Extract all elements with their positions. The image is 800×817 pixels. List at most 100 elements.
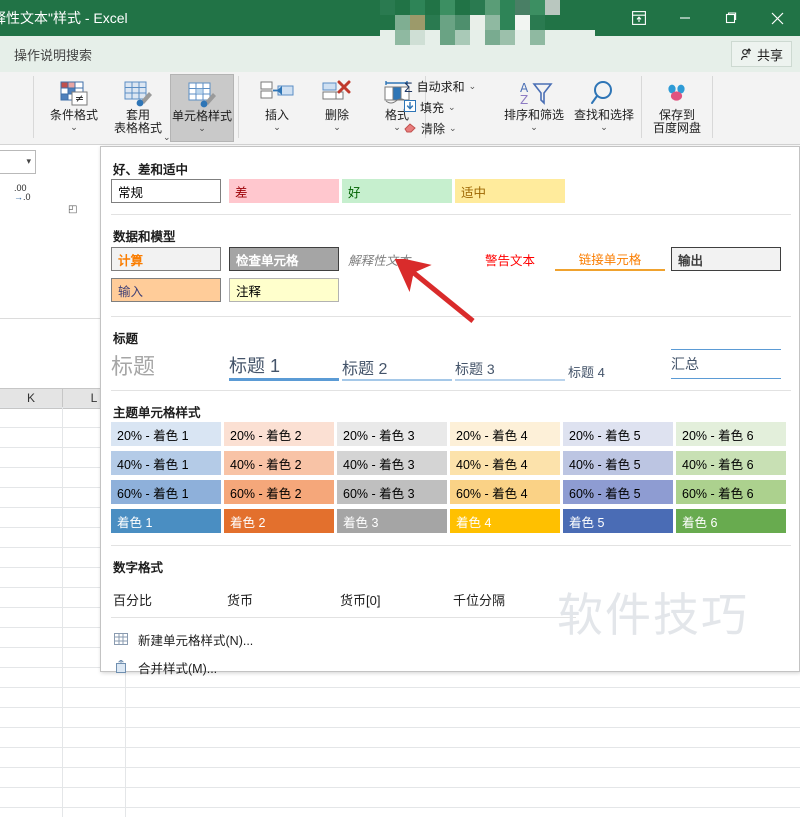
title-bar[interactable]: 释性文本"样式 - Excel bbox=[0, 0, 800, 45]
insert-cells-button[interactable]: 插入 ⌄ bbox=[245, 74, 309, 142]
eraser-icon bbox=[404, 121, 417, 136]
divider bbox=[111, 545, 791, 546]
style-swatch-good[interactable]: 好 bbox=[342, 179, 452, 203]
chevron-down-icon[interactable]: ⌄ bbox=[198, 124, 206, 133]
style-swatch-percent[interactable]: 百分比 bbox=[113, 590, 152, 609]
style-swatch-note[interactable]: 注释 bbox=[229, 278, 339, 302]
style-swatch-warning-text[interactable]: 警告文本 bbox=[455, 247, 565, 271]
clear-button[interactable]: 清除 ⌄ bbox=[404, 120, 457, 137]
chevron-down-icon[interactable]: ⌄ bbox=[393, 123, 401, 132]
style-swatch-accent6-40[interactable]: 40% - 着色 6 bbox=[676, 451, 786, 475]
find-select-button[interactable]: 查找和选择 ⌄ bbox=[567, 74, 641, 142]
style-swatch-accent6-60[interactable]: 60% - 着色 6 bbox=[676, 480, 786, 504]
style-swatch-currency-0[interactable]: 货币[0] bbox=[340, 590, 380, 609]
chevron-down-icon[interactable]: ⌄ bbox=[448, 102, 456, 113]
new-cell-style-menu-item[interactable]: 新建单元格样式(N)... bbox=[113, 626, 253, 652]
style-swatch-accent3[interactable]: 着色 3 bbox=[337, 509, 447, 533]
style-swatch-bad[interactable]: 差 bbox=[229, 179, 339, 203]
style-swatch-accent4[interactable]: 着色 4 bbox=[450, 509, 560, 533]
style-swatch-accent5-20[interactable]: 20% - 着色 5 bbox=[563, 422, 673, 446]
style-swatch-accent3-20[interactable]: 20% - 着色 3 bbox=[337, 422, 447, 446]
column-header-k[interactable]: K bbox=[0, 391, 62, 405]
delete-cells-button[interactable]: 删除 ⌄ bbox=[305, 74, 369, 142]
insert-cells-label: 插入 bbox=[264, 108, 289, 122]
chevron-down-icon[interactable]: ⌄ bbox=[70, 123, 78, 132]
style-swatch-accent2-20[interactable]: 20% - 着色 2 bbox=[224, 422, 334, 446]
style-swatch-accent1-40[interactable]: 40% - 着色 1 bbox=[111, 451, 221, 475]
save-to-baidu-button[interactable]: 保存到 百度网盘 bbox=[646, 74, 708, 142]
format-as-table-icon bbox=[123, 78, 153, 108]
style-swatch-accent3-60[interactable]: 60% - 着色 3 bbox=[337, 480, 447, 504]
style-swatch-accent1-20[interactable]: 20% - 着色 1 bbox=[111, 422, 221, 446]
autosum-label: 自动求和 bbox=[416, 80, 465, 94]
style-swatch-accent4-60[interactable]: 60% - 着色 4 bbox=[450, 480, 560, 504]
ribbon: ▾ .00 →.0 ◰ ≠ 条件格式 ⌄ 套用 表格格式 ⌄ 单元格样式 ⌄ 插… bbox=[0, 72, 800, 215]
style-swatch-accent6-20[interactable]: 20% - 着色 6 bbox=[676, 422, 786, 446]
sort-filter-button[interactable]: A Z 排序和筛选 ⌄ bbox=[497, 74, 571, 142]
chevron-down-icon[interactable]: ⌄ bbox=[333, 123, 341, 132]
style-swatch-accent5[interactable]: 着色 5 bbox=[563, 509, 673, 533]
style-swatch-calculation[interactable]: 计算 bbox=[111, 247, 221, 271]
chevron-down-icon[interactable]: ⌄ bbox=[449, 123, 457, 134]
close-button[interactable] bbox=[754, 0, 800, 36]
format-as-table-label2: 表格格式 bbox=[113, 121, 162, 135]
cell-styles-button[interactable]: 单元格样式 ⌄ bbox=[170, 74, 234, 142]
style-swatch-comma[interactable]: 千位分隔 bbox=[453, 590, 505, 609]
decimal-buttons[interactable]: .00 →.0 bbox=[14, 184, 31, 202]
style-swatch-accent2[interactable]: 着色 2 bbox=[224, 509, 334, 533]
chevron-down-icon: ▾ bbox=[26, 156, 31, 166]
style-swatch-accent1[interactable]: 着色 1 bbox=[111, 509, 221, 533]
conditional-formatting-button[interactable]: ≠ 条件格式 ⌄ bbox=[42, 74, 106, 142]
number-format-dropdown[interactable]: ▾ bbox=[0, 150, 36, 174]
find-select-label: 查找和选择 bbox=[573, 108, 634, 122]
style-swatch-accent2-60[interactable]: 60% - 着色 2 bbox=[224, 480, 334, 504]
style-swatch-check-cell[interactable]: 检查单元格 bbox=[229, 247, 339, 271]
section-header-data-and-model: 数据和模型 bbox=[113, 230, 176, 244]
style-swatch-title[interactable]: 标题 bbox=[111, 347, 221, 381]
minimize-button[interactable] bbox=[662, 0, 708, 36]
chevron-down-icon[interactable]: ⌄ bbox=[273, 123, 281, 132]
style-swatch-accent1-60[interactable]: 60% - 着色 1 bbox=[111, 480, 221, 504]
style-swatch-accent4-40[interactable]: 40% - 着色 4 bbox=[450, 451, 560, 475]
style-swatch-heading-2[interactable]: 标题 2 bbox=[342, 351, 452, 381]
watermark: 软件技巧 bbox=[557, 588, 749, 642]
style-swatch-normal[interactable]: 常规 bbox=[111, 179, 221, 203]
style-swatch-accent2-40[interactable]: 40% - 着色 2 bbox=[224, 451, 334, 475]
conditional-formatting-icon: ≠ bbox=[59, 78, 89, 108]
share-button[interactable]: 共享 bbox=[730, 41, 792, 67]
style-swatch-neutral[interactable]: 适中 bbox=[455, 179, 565, 203]
style-swatch-explanatory-text[interactable]: 解释性文本 bbox=[342, 247, 452, 271]
style-swatch-accent5-60[interactable]: 60% - 着色 5 bbox=[563, 480, 673, 504]
style-swatch-heading-1[interactable]: 标题 1 bbox=[229, 349, 339, 381]
restore-button[interactable] bbox=[708, 0, 754, 36]
chevron-down-icon[interactable]: ⌄ bbox=[469, 81, 477, 92]
style-swatch-accent3-40[interactable]: 40% - 着色 3 bbox=[337, 451, 447, 475]
style-swatch-accent5-40[interactable]: 40% - 着色 5 bbox=[563, 451, 673, 475]
style-swatch-currency[interactable]: 货币 bbox=[227, 590, 253, 609]
section-header-themed-cell-styles: 主题单元格样式 bbox=[113, 406, 201, 420]
style-swatch-heading-4[interactable]: 标题 4 bbox=[568, 354, 678, 381]
window-controls[interactable] bbox=[616, 0, 800, 36]
chevron-down-icon[interactable]: ⌄ bbox=[530, 123, 538, 132]
cell-styles-gallery[interactable]: 好、差和适中 常规 差 好 适中 数据和模型 计算 检查单元格 解释性文本 警告… bbox=[100, 146, 800, 676]
fill-down-icon bbox=[404, 100, 416, 115]
insert-cells-icon bbox=[260, 78, 294, 108]
excel-window: K L ▾ .00 →.0 ◰ ≠ 条件格式 ⌄ 套用 表格格式 ⌄ 单元格样式… bbox=[0, 0, 800, 817]
format-as-table-button[interactable]: 套用 表格格式 bbox=[106, 74, 170, 142]
style-swatch-heading-3[interactable]: 标题 3 bbox=[455, 353, 565, 381]
number-dialog-launcher[interactable]: ◰ bbox=[68, 204, 77, 215]
magnifier-icon bbox=[589, 78, 619, 108]
autosum-button[interactable]: Σ 自动求和 ⌄ bbox=[404, 78, 476, 95]
merge-styles-menu-item[interactable]: 合并样式(M)... bbox=[113, 654, 217, 680]
ribbon-display-options-button[interactable] bbox=[616, 0, 662, 36]
style-swatch-linked-cell[interactable]: 链接单元格 bbox=[555, 247, 665, 271]
style-swatch-accent6[interactable]: 着色 6 bbox=[676, 509, 786, 533]
style-swatch-accent4-20[interactable]: 20% - 着色 4 bbox=[450, 422, 560, 446]
style-swatch-output[interactable]: 输出 bbox=[671, 247, 781, 271]
style-swatch-input[interactable]: 输入 bbox=[111, 278, 221, 302]
fill-button[interactable]: 填充 ⌄ bbox=[404, 99, 456, 116]
style-swatch-total[interactable]: 汇总 bbox=[671, 349, 781, 379]
tell-me-input[interactable]: 操作说明搜索 bbox=[14, 45, 92, 64]
chevron-down-icon[interactable]: ⌄ bbox=[600, 123, 608, 132]
section-header-titles: 标题 bbox=[113, 332, 139, 346]
